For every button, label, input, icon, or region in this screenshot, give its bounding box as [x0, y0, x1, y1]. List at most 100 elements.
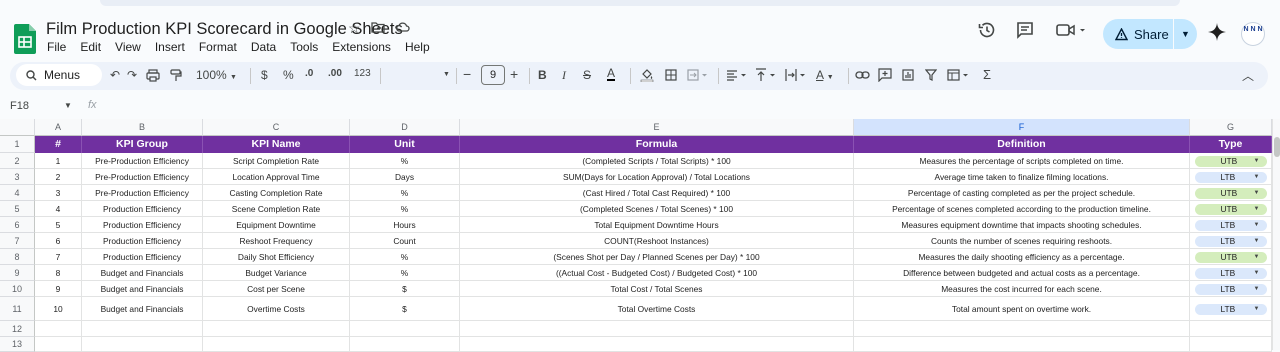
chart-icon[interactable] — [902, 69, 914, 81]
type-cell[interactable]: LTB ▼ — [1190, 281, 1272, 297]
definition-cell[interactable]: Average time taken to finalize filming l… — [854, 169, 1190, 185]
align-icon[interactable] — [726, 69, 748, 81]
num-cell[interactable]: 6 — [35, 233, 82, 249]
type-dropdown-chip[interactable]: UTB ▼ — [1194, 156, 1267, 168]
menu-edit[interactable]: Edit — [80, 40, 101, 54]
column-header-f[interactable]: F — [854, 119, 1190, 136]
name-cell[interactable]: Budget Variance — [203, 265, 350, 281]
row-header-6[interactable]: 6 — [0, 217, 35, 233]
group-cell[interactable]: Pre-Production Efficiency — [82, 185, 203, 201]
num-cell[interactable]: 3 — [35, 185, 82, 201]
header-cell-num[interactable]: # — [35, 136, 82, 153]
empty-cell[interactable] — [82, 321, 203, 337]
name-cell[interactable]: Reshoot Frequency — [203, 233, 350, 249]
definition-cell[interactable]: Difference between budgeted and actual c… — [854, 265, 1190, 281]
name-cell[interactable]: Location Approval Time — [203, 169, 350, 185]
unit-cell[interactable]: % — [350, 153, 460, 169]
name-cell[interactable]: Overtime Costs — [203, 297, 350, 321]
type-cell[interactable]: UTB ▼ — [1190, 249, 1272, 265]
print-icon[interactable] — [146, 69, 160, 82]
definition-cell[interactable]: Measures the cost incurred for each scen… — [854, 281, 1190, 297]
name-cell[interactable]: Cost per Scene — [203, 281, 350, 297]
move-folder-icon[interactable] — [370, 20, 385, 34]
valign-icon[interactable] — [755, 68, 777, 82]
type-cell[interactable]: LTB ▼ — [1190, 169, 1272, 185]
type-cell[interactable]: LTB ▼ — [1190, 265, 1272, 281]
num-cell[interactable]: 7 — [35, 249, 82, 265]
font-family-chevron-down-icon[interactable]: ▼ — [443, 71, 450, 78]
row-header-12[interactable]: 12 — [0, 321, 35, 337]
font-size-increase-button[interactable]: + — [510, 66, 518, 82]
share-button[interactable]: Share ▼ — [1103, 19, 1197, 49]
definition-cell[interactable]: Measures the daily shooting efficiency a… — [854, 249, 1190, 265]
wrap-icon[interactable] — [785, 68, 807, 82]
row-header-4[interactable]: 4 — [0, 185, 35, 201]
percent-button[interactable]: % — [283, 68, 294, 82]
formula-cell[interactable]: (Completed Scenes / Total Scenes) * 100 — [460, 201, 854, 217]
undo-icon[interactable]: ↶ — [110, 68, 120, 82]
chevron-down-icon[interactable]: ▼ — [1254, 304, 1260, 315]
unit-cell[interactable]: $ — [350, 297, 460, 321]
column-header-g[interactable]: G — [1190, 119, 1272, 136]
type-cell[interactable]: LTB ▼ — [1190, 217, 1272, 233]
fill-color-icon[interactable] — [640, 68, 654, 82]
num-cell[interactable]: 10 — [35, 297, 82, 321]
row-header-11[interactable]: 11 — [0, 297, 35, 321]
collapse-icon[interactable]: ︿ — [1242, 67, 1254, 84]
unit-cell[interactable]: Days — [350, 169, 460, 185]
bold-icon[interactable]: B — [538, 68, 547, 82]
type-dropdown-chip[interactable]: LTB ▼ — [1194, 284, 1267, 296]
unit-cell[interactable]: % — [350, 249, 460, 265]
row-header-5[interactable]: 5 — [0, 201, 35, 217]
formula-cell[interactable]: Total Overtime Costs — [460, 297, 854, 321]
font-size-input[interactable]: 9 — [481, 65, 505, 85]
name-cell[interactable]: Casting Completion Rate — [203, 185, 350, 201]
empty-cell[interactable] — [203, 321, 350, 337]
empty-cell[interactable] — [854, 321, 1190, 337]
share-dropdown-icon[interactable]: ▼ — [1174, 29, 1197, 39]
filter-views-icon[interactable] — [947, 69, 971, 81]
definition-cell[interactable]: Percentage of casting completed as per t… — [854, 185, 1190, 201]
formula-cell[interactable]: COUNT(Reshoot Instances) — [460, 233, 854, 249]
merge-icon[interactable] — [687, 69, 709, 81]
row-header-2[interactable]: 2 — [0, 153, 35, 169]
name-cell[interactable]: Daily Shot Efficiency — [203, 249, 350, 265]
paint-format-icon[interactable] — [170, 69, 182, 82]
formula-cell[interactable]: (Completed Scripts / Total Scripts) * 10… — [460, 153, 854, 169]
num-cell[interactable]: 1 — [35, 153, 82, 169]
font-size-decrease-button[interactable]: − — [463, 66, 471, 82]
formula-cell[interactable]: (Scenes Shot per Day / Planned Scenes pe… — [460, 249, 854, 265]
currency-button[interactable]: $ — [261, 68, 268, 82]
type-cell[interactable]: LTB ▼ — [1190, 297, 1272, 321]
comment-icon[interactable] — [1015, 20, 1035, 40]
zoom-select[interactable]: 100% ▼ — [196, 68, 237, 82]
cloud-status-icon[interactable] — [395, 20, 410, 34]
row-header-9[interactable]: 9 — [0, 265, 35, 281]
group-cell[interactable]: Budget and Financials — [82, 281, 203, 297]
name-cell[interactable]: Script Completion Rate — [203, 153, 350, 169]
group-cell[interactable]: Pre-Production Efficiency — [82, 153, 203, 169]
select-all-corner[interactable] — [0, 119, 35, 136]
header-cell-type[interactable]: Type — [1190, 136, 1272, 153]
column-header-e[interactable]: E — [460, 119, 854, 136]
menu-data[interactable]: Data — [251, 40, 276, 54]
name-box[interactable]: F18 — [10, 100, 29, 112]
column-header-a[interactable]: A — [35, 119, 82, 136]
formula-cell[interactable]: Total Cost / Total Scenes — [460, 281, 854, 297]
borders-icon[interactable] — [665, 69, 677, 81]
definition-cell[interactable]: Total amount spent on overtime work. — [854, 297, 1190, 321]
type-dropdown-chip[interactable]: LTB ▼ — [1194, 220, 1267, 232]
row-header-7[interactable]: 7 — [0, 233, 35, 249]
meet-icon[interactable] — [1055, 20, 1087, 40]
type-dropdown-chip[interactable]: LTB ▼ — [1194, 172, 1267, 184]
empty-cell[interactable] — [35, 321, 82, 337]
unit-cell[interactable]: Count — [350, 233, 460, 249]
menu-help[interactable]: Help — [405, 40, 430, 54]
formula-cell[interactable]: (Cast Hired / Total Cast Required) * 100 — [460, 185, 854, 201]
group-cell[interactable]: Budget and Financials — [82, 265, 203, 281]
type-cell[interactable]: UTB ▼ — [1190, 153, 1272, 169]
empty-cell[interactable] — [350, 321, 460, 337]
history-icon[interactable] — [977, 20, 997, 40]
definition-cell[interactable]: Measures the percentage of scripts compl… — [854, 153, 1190, 169]
menu-view[interactable]: View — [115, 40, 141, 54]
